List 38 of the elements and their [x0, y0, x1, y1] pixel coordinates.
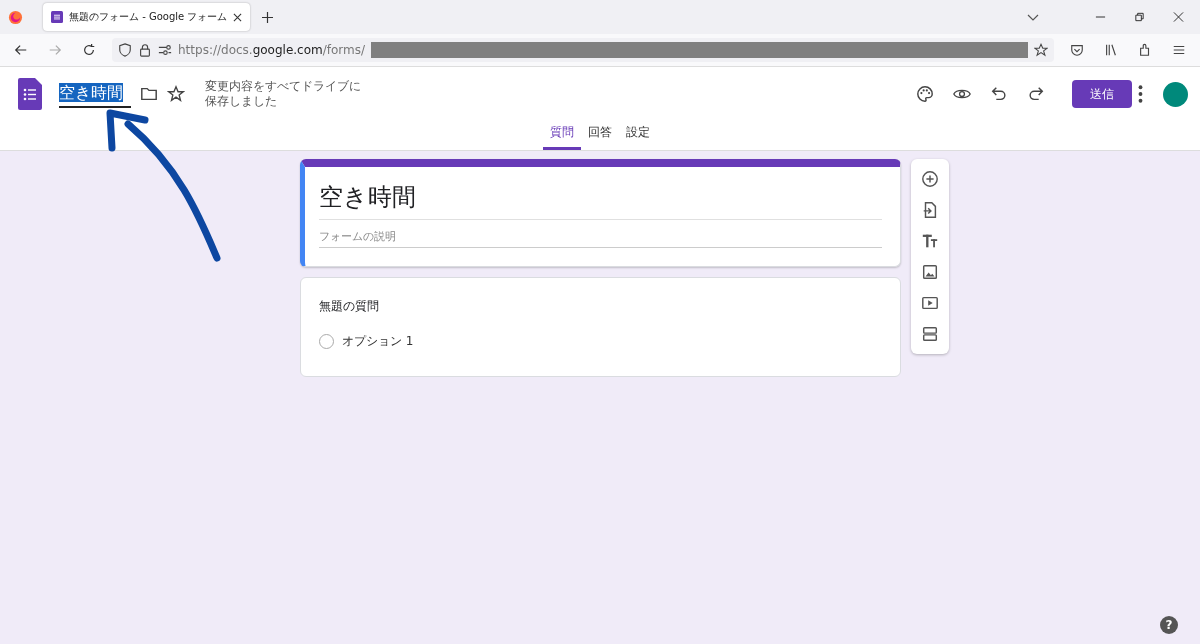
text-size-icon[interactable]	[921, 232, 939, 250]
tab-title: 無題のフォーム - Google フォーム	[69, 10, 228, 24]
address-bar[interactable]: https://docs.google.com/forms/	[112, 38, 1054, 62]
save-status: 変更内容をすべてドライブに	[205, 79, 361, 94]
close-icon[interactable]	[233, 12, 243, 22]
avatar[interactable]	[1163, 81, 1188, 107]
undo-icon[interactable]	[990, 85, 1008, 103]
lock-icon	[138, 43, 152, 57]
restore-icon[interactable]	[1134, 11, 1145, 23]
import-icon[interactable]	[921, 201, 939, 219]
close-window-icon[interactable]	[1173, 11, 1184, 23]
video-icon[interactable]	[921, 294, 939, 312]
star-icon[interactable]	[167, 85, 185, 103]
send-button[interactable]: 送信	[1072, 80, 1132, 108]
permissions-icon	[158, 43, 172, 57]
image-icon[interactable]	[921, 263, 939, 281]
more-options-icon[interactable]	[1138, 85, 1143, 103]
browser-logo-icon[interactable]	[8, 9, 23, 25]
save-status: 保存しました	[205, 94, 277, 109]
forms-icon	[51, 11, 63, 23]
option-label: オプション 1	[342, 333, 414, 350]
star-icon[interactable]	[1034, 43, 1048, 57]
url-text: https://docs.google.com/forms/	[178, 43, 366, 57]
browser-tab[interactable]: 無題のフォーム - Google フォーム	[43, 3, 251, 31]
shield-icon	[118, 43, 132, 57]
form-title-field[interactable]: 空き時間	[319, 181, 882, 220]
question-title: 無題の質問	[319, 298, 380, 315]
forms-logo-icon[interactable]	[18, 78, 42, 110]
new-tab-icon[interactable]	[262, 11, 274, 23]
redo-icon[interactable]	[1027, 85, 1045, 103]
folder-icon[interactable]	[140, 85, 158, 103]
add-circle-icon[interactable]	[921, 170, 939, 188]
tab[interactable]: 質問	[543, 119, 581, 150]
tab[interactable]: 回答	[581, 119, 619, 150]
help-button[interactable]: ?	[1160, 616, 1178, 634]
section-icon[interactable]	[921, 325, 939, 343]
tab[interactable]: 設定	[619, 119, 657, 150]
palette-icon[interactable]	[916, 85, 934, 103]
